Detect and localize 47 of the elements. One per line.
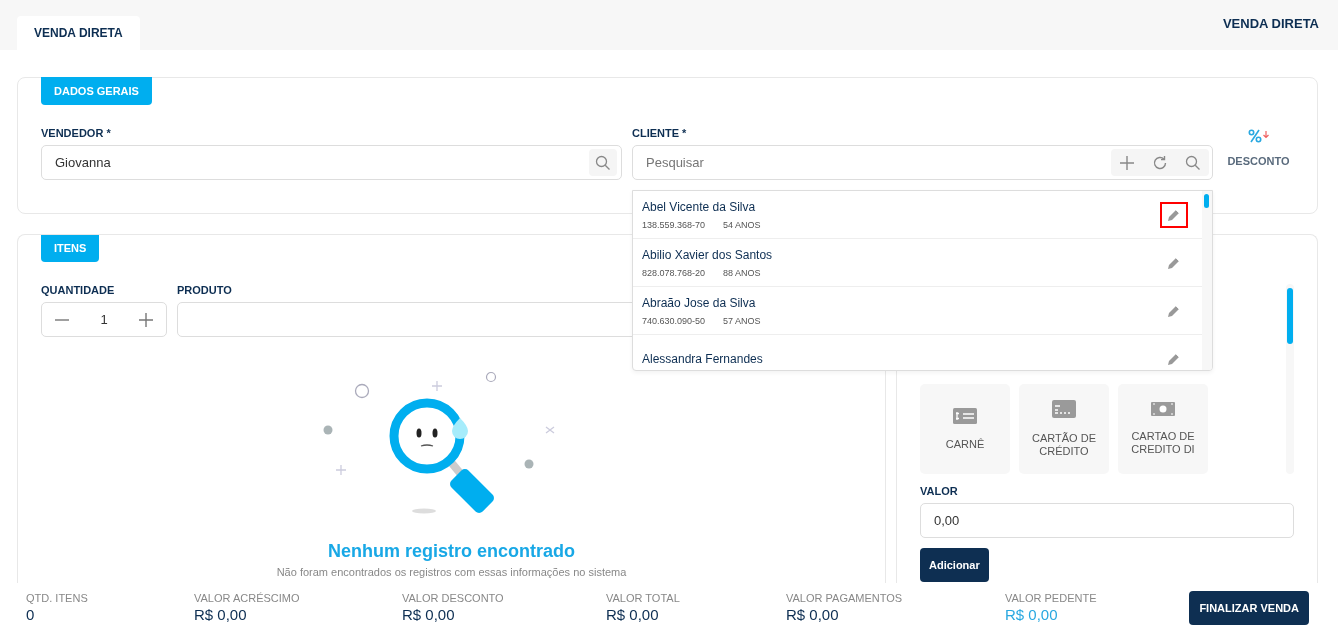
summary-label: VALOR ACRÉSCIMO [194,592,301,604]
plus-icon[interactable] [1119,154,1135,171]
summary-value: R$ 0,00 [606,606,660,623]
payment-method-tile[interactable]: CARTAO DE CREDITO DI [1118,384,1208,474]
summary-value: R$ 0,00 [1005,606,1059,623]
search-icon[interactable] [589,149,617,176]
payment-method-tile[interactable]: CARNÊ [920,384,1010,474]
summary-value: 0 [26,606,36,623]
summary-value: R$ 0,00 [194,606,248,623]
banknote-icon [1151,402,1175,416]
empty-message: Não foram encontrados os registros com essas informações no sistema [276,566,627,578]
field-label: VALOR [920,485,959,497]
client-option[interactable]: Abilio Xavier dos Santos 828.078.768-20 88 ANOS [633,239,1202,287]
page-title: VENDA DIRETA [1222,16,1319,31]
quantity-stepper[interactable]: 1 [41,302,167,337]
field-label: CLIENTE * [632,127,688,139]
slip-icon [953,407,977,424]
empty-title: Nenhum registro encontrado [328,541,575,562]
payment-method-tile[interactable]: CARTÃO DE CRÉDITO [1019,384,1109,474]
scrollbar[interactable] [1202,191,1212,370]
summary-value: R$ 0,00 [402,606,456,623]
card-icon [1052,400,1076,418]
discount-label[interactable]: DESCONTO [1227,155,1290,167]
tab[interactable]: VENDA DIRETA [17,16,140,50]
summary-label: VALOR PEDENTE [1005,592,1098,604]
summary-label: VALOR TOTAL [606,592,681,604]
plus-icon[interactable] [139,312,153,327]
summary-value: R$ 0,00 [786,606,840,623]
field-label: PRODUTO [177,284,233,296]
search-icon[interactable] [1185,154,1201,171]
add-button[interactable]: Adicionar [920,548,989,582]
section-badge: DADOS GERAIS [41,77,152,105]
client-option[interactable]: Abel Vicente da Silva 138.559.368-70 54 ANOS [633,191,1202,239]
edit-icon[interactable] [1160,201,1188,228]
field-label: VENDEDOR * [41,127,112,139]
client-option[interactable]: Abraão Jose da Silva 740.630.090-50 57 ANOS [633,287,1202,335]
summary-label: QTD. ITENS [26,592,89,604]
finish-sale-button[interactable]: FINALIZAR VENDA [1189,590,1309,625]
value-field[interactable]: 0,00 [920,503,1294,538]
summary-label: VALOR PAGAMENTOS [786,592,904,604]
scrollbar[interactable] [1286,284,1294,474]
field-label: QUANTIDADE [41,284,116,296]
summary-label: VALOR DESCONTO [402,592,505,604]
seller-field[interactable]: Giovanna [41,145,622,180]
section-badge: ITENS [41,235,100,262]
percent-icon[interactable] [1247,129,1270,143]
refresh-icon[interactable] [1152,154,1168,171]
